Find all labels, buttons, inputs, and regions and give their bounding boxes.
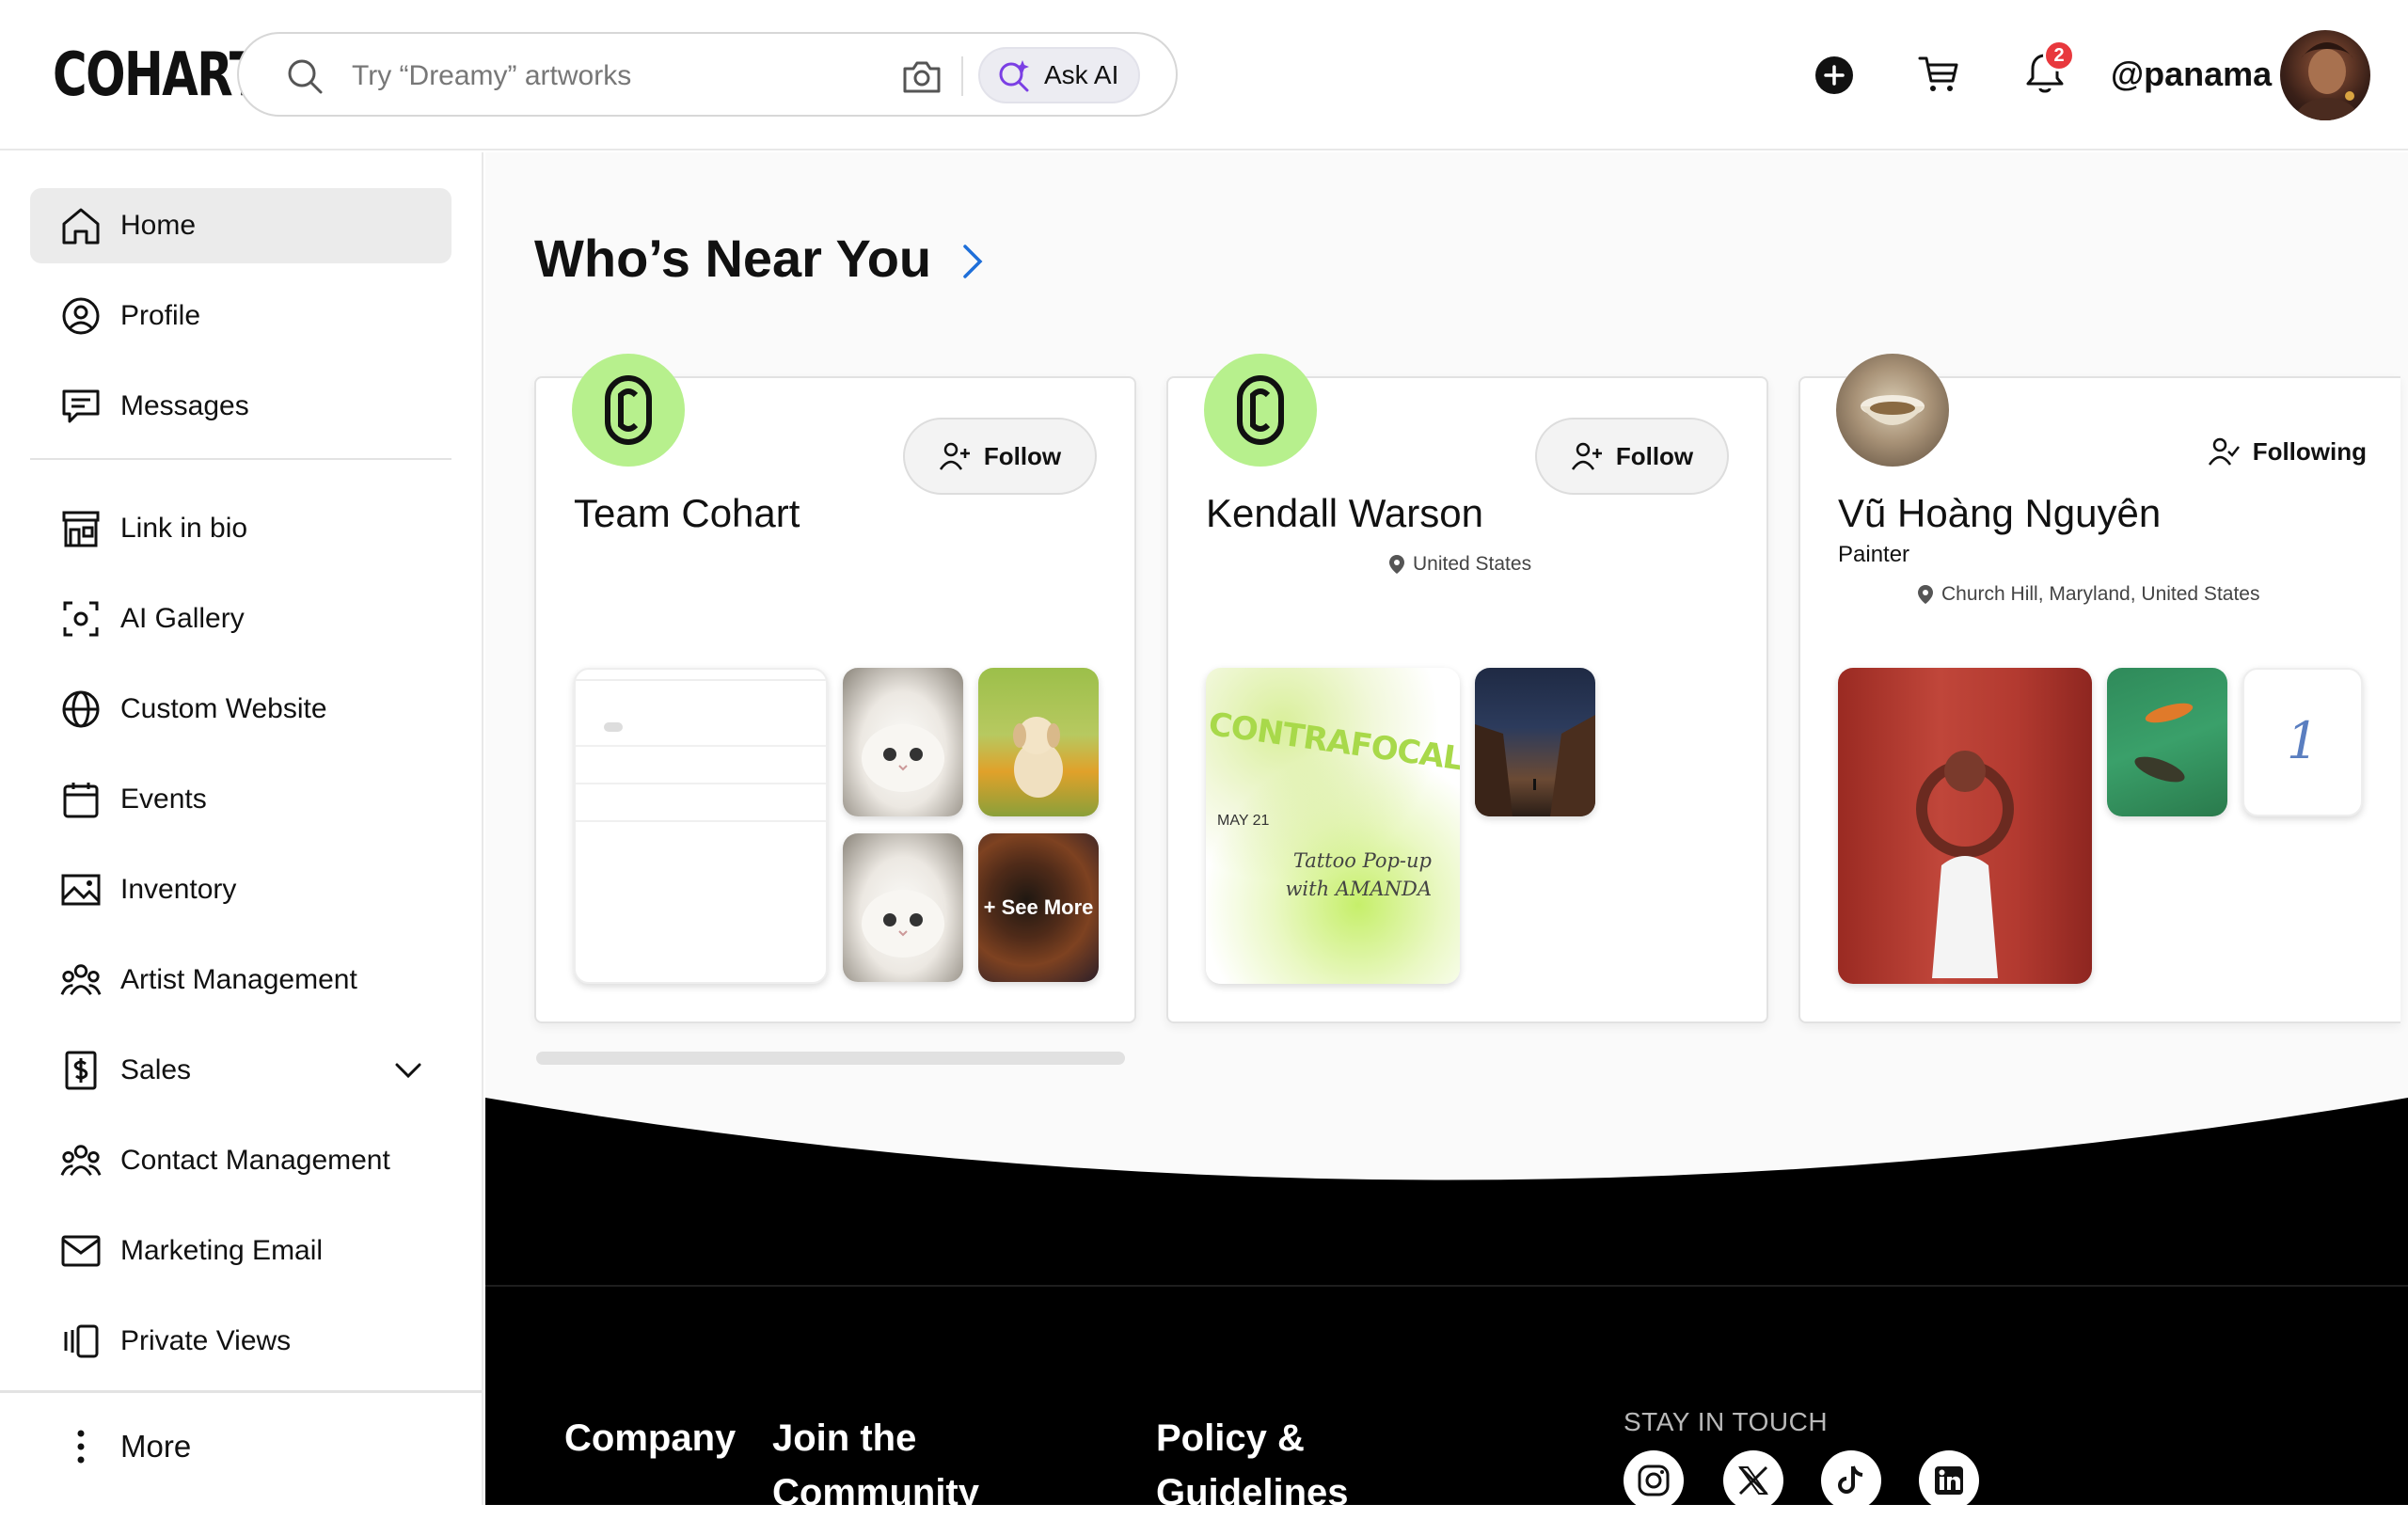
sidebar-item-marketing-email[interactable]: Marketing Email xyxy=(30,1213,452,1289)
sidebar-item-label: More xyxy=(120,1429,192,1464)
home-icon xyxy=(62,208,100,245)
sidebar-item-private-views[interactable]: Private Views xyxy=(30,1304,452,1379)
linkedin-icon xyxy=(1935,1466,1963,1495)
sidebar-item-events[interactable]: Events xyxy=(30,762,452,837)
ai-sparkle-search-icon xyxy=(999,60,1029,92)
sidebar-item-more[interactable]: More xyxy=(30,1409,452,1484)
sidebar-item-custom-website[interactable]: Custom Website xyxy=(30,672,452,747)
sidebar-item-label: Home xyxy=(120,210,197,241)
sidebar-item-label: Messages xyxy=(120,390,249,421)
user-circle-icon xyxy=(62,297,100,335)
sidebar-item-label: AI Gallery xyxy=(120,603,245,634)
search-divider xyxy=(961,56,963,96)
search-bar[interactable]: Ask AI xyxy=(237,32,1178,117)
username[interactable]: @panama xyxy=(2111,55,2272,94)
sidebar-item-home[interactable]: Home xyxy=(30,188,452,263)
sidebar-item-inventory[interactable]: Inventory xyxy=(30,852,452,927)
footer-join-community[interactable]: Join the Community xyxy=(772,1411,998,1520)
sidebar-item-label: Events xyxy=(120,784,207,815)
sidebar-item-artist-management[interactable]: Artist Management xyxy=(30,942,452,1018)
sidebar: Home Profile Messages Link in bio AI Gal… xyxy=(0,152,483,1505)
tiktok-icon xyxy=(1838,1465,1863,1494)
x-icon xyxy=(1738,1465,1768,1496)
private-views-icon xyxy=(64,1324,99,1358)
user-avatar[interactable] xyxy=(2280,30,2370,120)
calendar-icon xyxy=(63,783,99,818)
instagram-button[interactable] xyxy=(1624,1450,1684,1511)
sidebar-item-profile[interactable]: Profile xyxy=(30,278,452,354)
message-icon xyxy=(62,389,100,423)
group-icon xyxy=(60,964,102,996)
sidebar-item-messages[interactable]: Messages xyxy=(30,369,452,444)
notification-badge: 2 xyxy=(2043,40,2075,71)
linkedin-button[interactable] xyxy=(1919,1450,1979,1511)
scan-face-icon xyxy=(63,601,99,637)
sidebar-item-label: Sales xyxy=(120,1054,192,1085)
kendall-warson-avatar[interactable] xyxy=(1204,354,1317,467)
sidebar-item-label: Marketing Email xyxy=(120,1235,324,1266)
search-icon xyxy=(288,59,323,94)
sidebar-item-label: Contact Management xyxy=(120,1145,390,1176)
camera-icon[interactable] xyxy=(901,57,943,95)
group-icon xyxy=(60,1145,102,1177)
teacup-photo xyxy=(1861,395,1925,425)
sidebar-item-label: Custom Website xyxy=(120,693,327,724)
sidebar-footer-divider xyxy=(0,1390,482,1393)
x-button[interactable] xyxy=(1723,1450,1783,1511)
chevron-down-icon[interactable] xyxy=(393,1055,423,1085)
globe-icon xyxy=(62,690,100,728)
sidebar-item-ai-gallery[interactable]: AI Gallery xyxy=(30,581,452,657)
sidebar-divider xyxy=(30,458,452,460)
cart-icon[interactable] xyxy=(1917,53,1960,96)
sidebar-item-label: Inventory xyxy=(120,874,237,905)
cohart-c-logo-icon xyxy=(605,375,652,445)
dollar-doc-icon xyxy=(65,1051,97,1090)
ask-ai-button[interactable]: Ask AI xyxy=(978,47,1140,103)
main-content: Who’s Near You Follow Team Cohart + See … xyxy=(485,152,2408,1505)
top-header: COHART Ask AI 2 @panama xyxy=(0,0,2408,150)
image-icon xyxy=(61,874,101,906)
sidebar-item-label: Private Views xyxy=(120,1325,292,1356)
stay-in-touch-label: STAY IN TOUCH xyxy=(1624,1407,1829,1436)
more-vertical-icon xyxy=(77,1430,85,1464)
ask-ai-label: Ask AI xyxy=(1044,60,1119,89)
sidebar-item-label: Profile xyxy=(120,300,201,331)
footer-background xyxy=(485,1098,2408,1505)
vu-hoang-nguyen-avatar[interactable] xyxy=(1836,354,1949,467)
sidebar-item-contact-management[interactable]: Contact Management xyxy=(30,1123,452,1198)
sidebar-item-label: Link in bio xyxy=(120,513,248,544)
sidebar-item-link-in-bio[interactable]: Link in bio xyxy=(30,491,452,566)
tiktok-button[interactable] xyxy=(1821,1450,1881,1511)
storefront-icon xyxy=(62,511,100,547)
mail-icon xyxy=(61,1235,101,1267)
cohart-c-logo-icon xyxy=(1237,375,1284,445)
team-cohart-avatar[interactable] xyxy=(572,354,685,467)
sidebar-item-label: Artist Management xyxy=(120,964,357,995)
footer-policy-guidelines[interactable]: Policy & Guidelines xyxy=(1156,1411,1382,1520)
cohart-logo[interactable]: COHART xyxy=(53,41,261,109)
instagram-icon xyxy=(1638,1465,1670,1496)
footer-company[interactable]: Company xyxy=(564,1411,736,1465)
sidebar-item-sales[interactable]: Sales xyxy=(30,1033,452,1108)
add-icon[interactable] xyxy=(1815,56,1853,94)
